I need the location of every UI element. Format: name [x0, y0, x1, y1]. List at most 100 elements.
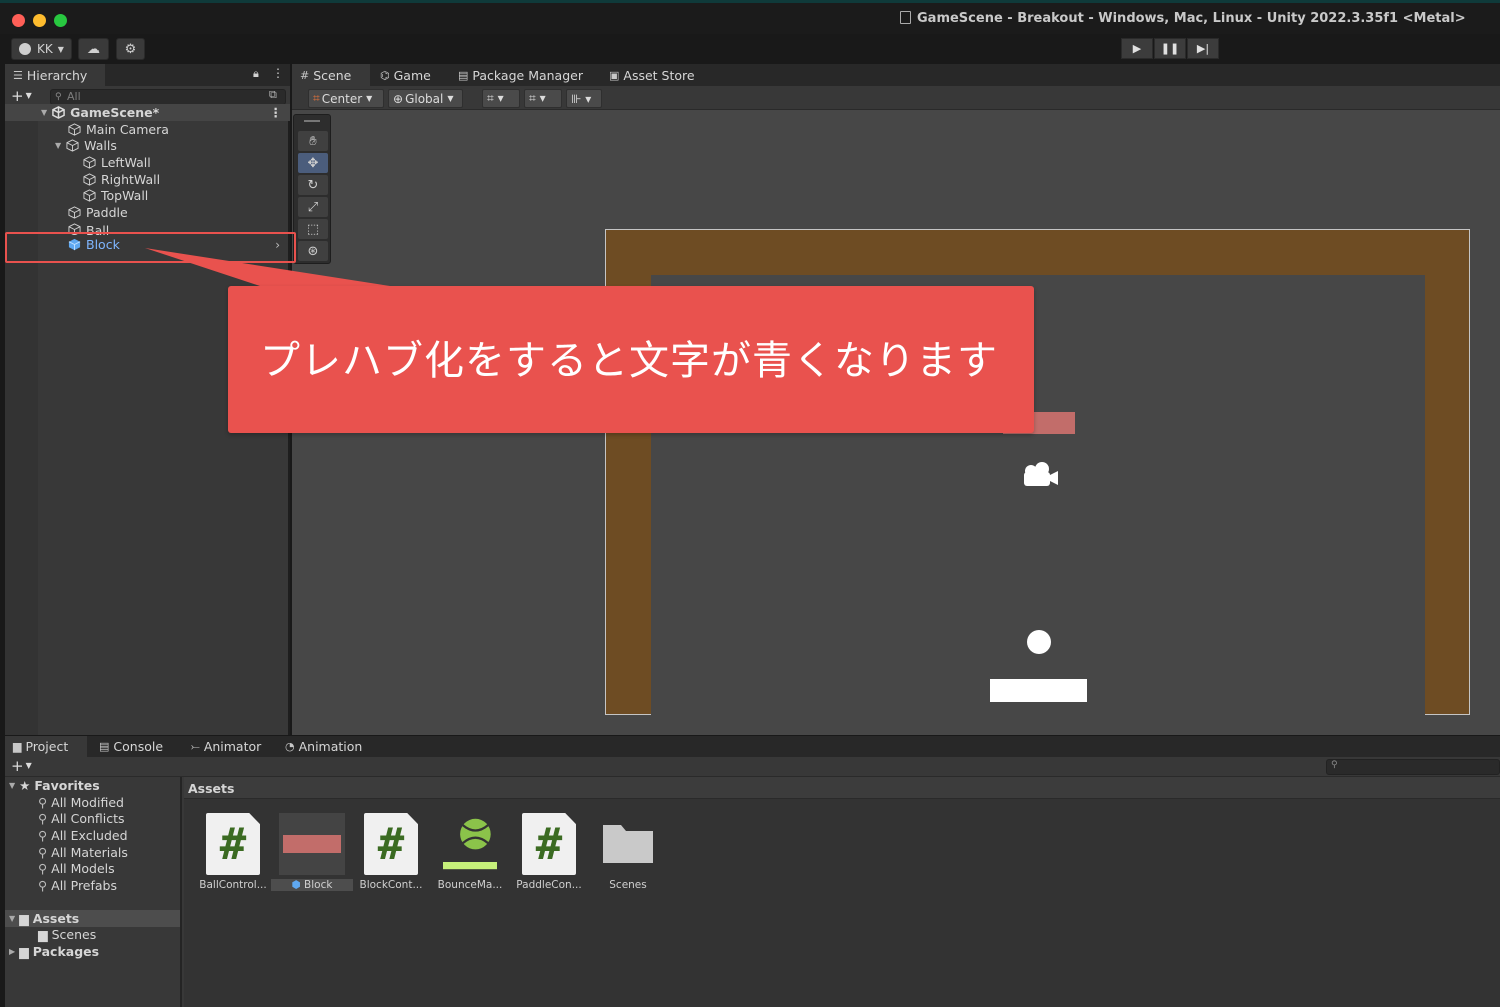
tab-game-label: Game: [393, 67, 431, 83]
gameobject-icon: [68, 206, 81, 219]
favorite-item-label: All Conflicts: [51, 811, 125, 827]
move-tool-button[interactable]: ✥: [298, 153, 328, 173]
tab-console[interactable]: ▤ Console: [91, 736, 171, 757]
asset-item[interactable]: # PaddleCon...: [514, 813, 584, 893]
favorites-row[interactable]: ▼ ★ Favorites: [5, 777, 180, 794]
drag-handle[interactable]: [304, 120, 320, 122]
tab-animator-label: Animator: [203, 739, 262, 754]
expand-arrow-icon: ▼: [55, 141, 62, 151]
hierarchy-item-label: TopWall: [101, 188, 149, 204]
space-mode-dropdown[interactable]: ⊕ Global ▼: [388, 89, 463, 108]
minimize-window-button[interactable]: [33, 14, 46, 27]
document-icon: [900, 11, 911, 24]
hierarchy-search-placeholder: All: [67, 90, 81, 103]
pause-button[interactable]: ❚❚: [1154, 38, 1186, 59]
package-icon: ▤: [458, 68, 469, 82]
camera-gizmo-icon[interactable]: [1018, 460, 1060, 490]
cloud-icon: ☁: [87, 41, 100, 57]
expand-arrow-icon: ▼: [9, 780, 16, 790]
favorite-item[interactable]: ⚲ All Materials: [5, 844, 180, 861]
tab-project[interactable]: ▆ Project: [5, 736, 87, 757]
gear-icon: ⚙: [124, 41, 137, 57]
step-button[interactable]: ▶|: [1187, 38, 1219, 59]
pivot-mode-dropdown[interactable]: ⌗ Center ▼: [308, 89, 384, 108]
favorite-item-label: All Materials: [51, 844, 128, 860]
asset-item[interactable]: # BallControl...: [198, 813, 268, 893]
scene-menu-icon[interactable]: ⋮: [270, 105, 283, 120]
physics-material-icon: [443, 818, 497, 870]
account-label: KK: [37, 42, 53, 56]
asset-item[interactable]: Scenes: [593, 813, 663, 893]
increment-snap-button[interactable]: ⊪ ▾: [566, 89, 602, 108]
hierarchy-item-leftwall[interactable]: LeftWall: [5, 154, 290, 171]
add-object-button[interactable]: + ▼: [11, 87, 32, 105]
console-icon: ▤: [99, 740, 110, 753]
tab-hierarchy[interactable]: ☰ Hierarchy: [5, 64, 105, 86]
gameobject-icon: [83, 156, 96, 169]
assets-folder-row[interactable]: ▼ ▆ Assets: [5, 909, 180, 927]
gameobject-icon: [66, 139, 79, 152]
ball-gameobject[interactable]: [1027, 630, 1051, 654]
grid-visibility-button[interactable]: ⌗ ▾: [524, 89, 562, 108]
lock-icon[interactable]: 🔒︎: [253, 67, 259, 81]
hand-tool-button[interactable]: ✋︎: [298, 131, 328, 151]
tab-animator[interactable]: ⤚ Animator: [183, 736, 269, 757]
rect-tool-button[interactable]: ⬚: [298, 219, 328, 239]
zoom-window-button[interactable]: [54, 14, 67, 27]
favorite-item[interactable]: ⚲ All Modified: [5, 794, 180, 811]
hierarchy-item-label: Walls: [84, 138, 117, 154]
scale-tool-button[interactable]: ⤢: [298, 197, 328, 217]
pause-icon: ❚❚: [1160, 42, 1180, 55]
hierarchy-search-input[interactable]: ⚲ All: [50, 89, 286, 105]
project-tabbar: ▆ Project ▤ Console ⤚ Animator ◔ Animation: [5, 736, 1500, 757]
window-title: GameScene - Breakout - Windows, Mac, Lin…: [900, 11, 1466, 26]
collab-button[interactable]: ⚙: [116, 38, 145, 60]
play-button[interactable]: ▶: [1121, 38, 1153, 59]
ruler-icon: ⊪ ▾: [571, 91, 592, 106]
packages-folder-row[interactable]: ▶ ▆ Packages: [5, 943, 180, 960]
tab-animation[interactable]: ◔ Animation: [277, 736, 370, 757]
project-search-input[interactable]: ⚲: [1326, 759, 1500, 775]
gameobject-icon: [68, 122, 81, 136]
close-window-button[interactable]: [12, 14, 25, 27]
cloud-button[interactable]: ☁: [78, 38, 109, 60]
assets-folder-label: Assets: [32, 910, 80, 926]
callout-text: プレハブ化をすると文字が青くなります: [260, 338, 998, 384]
favorite-item[interactable]: ⚲ All Models: [5, 860, 180, 877]
store-icon: ▣: [609, 68, 620, 82]
hierarchy-root-row[interactable]: ▼ GameScene* ⋮: [5, 104, 290, 121]
hierarchy-item-topwall[interactable]: TopWall: [5, 187, 290, 204]
move-icon: ✥: [307, 155, 319, 171]
hierarchy-item-rightwall[interactable]: RightWall: [5, 171, 290, 188]
tab-game[interactable]: ⌬ Game: [372, 64, 439, 86]
grid-snapping-button[interactable]: ⌗ ▾: [482, 89, 520, 108]
tab-asset-store[interactable]: ▣ Asset Store: [601, 64, 703, 86]
scenes-folder-row[interactable]: ▆ Scenes: [5, 927, 180, 944]
tab-asset-store-label: Asset Store: [623, 67, 695, 83]
asset-item[interactable]: BounceMa...: [435, 813, 505, 893]
asset-item[interactable]: # BlockCont...: [356, 813, 426, 893]
hierarchy-item-main-camera[interactable]: Main Camera: [5, 121, 290, 138]
asset-item-selected[interactable]: ⬢ Block: [271, 813, 353, 893]
favorite-item[interactable]: ⚲ All Conflicts: [5, 810, 180, 827]
favorite-item[interactable]: ⚲ All Excluded: [5, 827, 180, 844]
play-icon: ▶: [1132, 42, 1142, 55]
account-dropdown[interactable]: KK ▼: [11, 38, 72, 60]
hierarchy-tabbar: ☰ Hierarchy 🔒︎ ⋮: [5, 64, 290, 86]
hierarchy-item-walls[interactable]: ▼ Walls: [5, 137, 290, 154]
asset-label: BounceMa...: [437, 879, 503, 891]
rotate-tool-button[interactable]: ↻: [298, 175, 328, 195]
paddle-gameobject[interactable]: [990, 679, 1087, 702]
project-panel: ▆ Project ▤ Console ⤚ Animator ◔ Animation +…: [5, 736, 1500, 1007]
favorite-item[interactable]: ⚲ All Prefabs: [5, 877, 180, 894]
search-icon: ⚲: [38, 844, 48, 860]
chevron-down-icon: ▼: [447, 94, 454, 103]
asset-label: BlockCont...: [359, 879, 423, 891]
scene-visibility-icon[interactable]: ⧉: [269, 88, 277, 102]
kebab-menu-icon[interactable]: ⋮: [272, 66, 284, 80]
create-asset-button[interactable]: + ▼: [11, 757, 32, 775]
tab-scene[interactable]: # Scene: [292, 64, 370, 86]
hierarchy-item-paddle[interactable]: Paddle: [5, 204, 290, 221]
tab-package-manager[interactable]: ▤ Package Manager: [450, 64, 591, 86]
